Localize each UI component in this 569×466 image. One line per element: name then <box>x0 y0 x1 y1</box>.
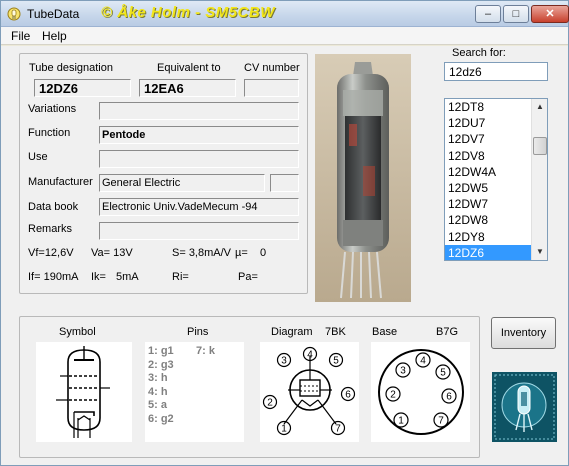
base-pin-label: 2 <box>390 390 396 401</box>
pentode-symbol-icon <box>56 346 110 438</box>
maximize-button[interactable]: □ <box>503 5 529 23</box>
param-s: S= 3,8mA/V <box>172 247 232 259</box>
tube-app-icon <box>7 7 21 21</box>
search-label: Search for: <box>452 47 506 59</box>
pin-entry: 1: g1 <box>148 345 174 357</box>
function-field[interactable]: Pentode <box>99 126 299 144</box>
pin-diagram-icon: 1234567 <box>262 346 356 436</box>
manufacturer-label: Manufacturer <box>28 176 93 188</box>
param-pa: Pa= <box>238 271 258 283</box>
diagram-pin-label: 3 <box>281 356 287 367</box>
scroll-up-icon[interactable]: ▲ <box>532 99 547 115</box>
equivalent-field[interactable]: 12EA6 <box>139 79 236 97</box>
variations-field[interactable] <box>99 102 299 120</box>
param-vf: Vf=12,6V <box>28 247 74 259</box>
diagram-pin-label: 7 <box>335 424 341 435</box>
pin-entry: 4: h <box>148 385 168 398</box>
manufacturer-field[interactable]: General Electric <box>99 174 265 192</box>
tube-designation-field[interactable]: 12DZ6 <box>34 79 131 97</box>
menu-help[interactable]: Help <box>42 29 67 43</box>
diagram-pin-label: 2 <box>267 398 273 409</box>
app-window: TubeData © Åke Holm - SM5CBW – □ ✕ File … <box>0 0 569 466</box>
param-ik: Ik= <box>91 271 106 283</box>
equivalent-label: Equivalent to <box>157 62 221 74</box>
remarks-label: Remarks <box>28 223 73 235</box>
databook-label: Data book <box>28 201 79 213</box>
list-scrollbar[interactable]: ▲ ▼ <box>531 99 547 260</box>
use-field[interactable] <box>99 150 299 168</box>
main-content: Tube designation Equivalent to CV number… <box>1 46 568 465</box>
pins-label: Pins <box>187 326 209 338</box>
base-pin-label: 3 <box>400 366 406 377</box>
param-if: If= 190mA <box>28 271 79 283</box>
diagram-panel: 1234567 <box>260 342 359 442</box>
variations-label: Variations <box>28 103 77 115</box>
diagram-label: Diagram <box>271 326 313 338</box>
base-pin-label: 5 <box>440 368 446 379</box>
window-title: TubeData <box>27 7 80 21</box>
symbol-panel <box>36 342 132 442</box>
scroll-down-icon[interactable]: ▼ <box>532 244 547 260</box>
pin-entry: 6: g2 <box>148 412 174 425</box>
param-ri: Ri= <box>172 271 189 283</box>
base-pin-label: 7 <box>438 416 444 427</box>
search-input[interactable]: 12dz6 <box>444 62 548 81</box>
menu-bar: File Help <box>1 27 568 45</box>
diagram-pin-label: 1 <box>281 424 287 435</box>
pin-entry: 2: g3 <box>148 358 174 371</box>
base-label: Base <box>372 326 398 338</box>
pin-entry: 5: a <box>148 399 167 411</box>
param-va: Va= 13V <box>91 247 133 259</box>
cv-number-field[interactable] <box>244 79 299 97</box>
pin-entry: 3: h <box>148 372 168 384</box>
close-button[interactable]: ✕ <box>531 5 569 23</box>
pin-entry: 7: k <box>196 345 215 357</box>
param-ik-value: 5mA <box>116 271 139 283</box>
tube-listbox[interactable]: 12DT8 12DU7 12DV7 12DV8 12DW4A 12DW5 12DW7 12DW… <box>444 98 548 261</box>
function-label: Function <box>28 127 71 139</box>
tube-photo <box>315 54 411 302</box>
base-code: B7G <box>436 326 459 338</box>
menu-file[interactable]: File <box>11 29 30 43</box>
manufacturer-extra-field[interactable] <box>270 174 299 192</box>
diagram-code: 7BK <box>325 326 346 338</box>
scroll-thumb[interactable] <box>533 137 547 155</box>
symbol-label: Symbol <box>59 326 96 338</box>
tube-designation-label: Tube designation <box>29 62 113 74</box>
diagram-pin-label: 6 <box>345 390 351 401</box>
pins-panel: 1: g1 2: g3 3: h 4: h 5: a 6: g2 7: k <box>145 342 244 442</box>
cv-number-label: CV number <box>244 62 300 74</box>
remarks-field[interactable] <box>99 222 299 240</box>
minimize-button[interactable]: – <box>475 5 501 23</box>
base-panel: 1 2 3 4 5 6 7 <box>371 342 470 442</box>
use-label: Use <box>28 151 48 163</box>
param-mu: µ= <box>235 247 248 259</box>
base-pin-label: 4 <box>420 356 426 367</box>
author-banner: © Åke Holm - SM5CBW <box>101 4 275 21</box>
param-mu-value: 0 <box>260 247 267 259</box>
b7g-base-icon: 1 2 3 4 5 6 7 <box>378 349 464 435</box>
databook-field[interactable]: Electronic Univ.VadeMecum -94 <box>99 198 299 216</box>
tube-logo-icon <box>492 372 557 442</box>
diagram-pin-label: 5 <box>333 356 339 367</box>
inventory-button[interactable]: Inventory <box>491 317 556 349</box>
base-pin-label: 6 <box>446 392 452 403</box>
base-pin-label: 1 <box>398 416 404 427</box>
title-bar: TubeData © Åke Holm - SM5CBW – □ ✕ <box>1 1 569 27</box>
